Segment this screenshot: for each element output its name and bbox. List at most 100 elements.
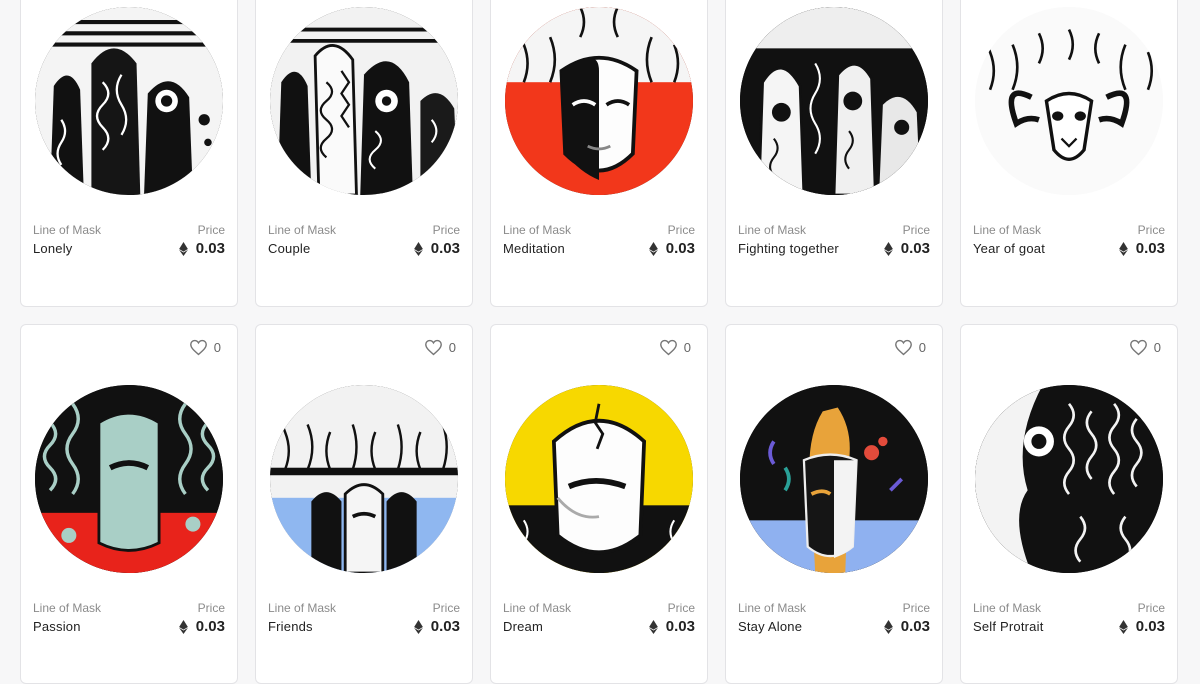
nft-card[interactable]: 0 Line of Mask Passion Price 0.03: [20, 324, 238, 684]
nft-title[interactable]: Meditation: [503, 241, 565, 256]
nft-card[interactable]: 0 Line of Mask Self Protrait Price 0.03: [960, 324, 1178, 684]
price-label: Price: [902, 223, 930, 237]
collection-name[interactable]: Line of Mask: [503, 601, 571, 615]
nft-card[interactable]: 0 Line of Mask Friends Price 0.03: [255, 324, 473, 684]
ethereum-icon: [413, 241, 423, 256]
card-info: Line of Mask Year of goat Price 0.03: [973, 223, 1165, 263]
artwork-image[interactable]: [740, 7, 928, 195]
card-info: Line of Mask Meditation Price 0.03: [503, 223, 695, 263]
nft-title[interactable]: Passion: [33, 619, 81, 634]
artwork-image[interactable]: [740, 385, 928, 573]
collection-name[interactable]: Line of Mask: [973, 601, 1041, 615]
collection-name[interactable]: Line of Mask: [33, 223, 101, 237]
collection-name[interactable]: Line of Mask: [503, 223, 571, 237]
price-value: 0.03: [665, 240, 695, 257]
artwork-image[interactable]: [35, 7, 223, 195]
price-label: Price: [432, 601, 460, 615]
price-value: 0.03: [900, 618, 930, 635]
like-count: 0: [448, 340, 456, 355]
artwork-image[interactable]: [35, 385, 223, 573]
price-value: 0.03: [900, 240, 930, 257]
price-label: Price: [197, 601, 225, 615]
collection-name[interactable]: Line of Mask: [268, 223, 336, 237]
heart-icon: [424, 339, 442, 356]
nft-card[interactable]: Line of Mask Meditation Price 0.03: [490, 0, 708, 307]
nft-title[interactable]: Dream: [503, 619, 543, 634]
card-info: Line of Mask Fighting together Price 0.0…: [738, 223, 930, 263]
price-value: 0.03: [665, 618, 695, 635]
price: 0.03: [883, 618, 930, 635]
heart-icon: [659, 339, 677, 356]
collection-name[interactable]: Line of Mask: [973, 223, 1041, 237]
price-label: Price: [667, 601, 695, 615]
like-count: 0: [683, 340, 691, 355]
price: 0.03: [1118, 618, 1165, 635]
like-button[interactable]: 0: [424, 339, 456, 356]
nft-card[interactable]: Line of Mask Lonely Price 0.03: [20, 0, 238, 307]
nft-title[interactable]: Couple: [268, 241, 310, 256]
ethereum-icon: [648, 619, 658, 634]
card-info: Line of Mask Self Protrait Price 0.03: [973, 601, 1165, 641]
price-value: 0.03: [1135, 240, 1165, 257]
like-count: 0: [213, 340, 221, 355]
collection-name[interactable]: Line of Mask: [268, 601, 336, 615]
like-button[interactable]: 0: [189, 339, 221, 356]
price-label: Price: [197, 223, 225, 237]
artwork-image[interactable]: [505, 7, 693, 195]
collection-name[interactable]: Line of Mask: [738, 601, 806, 615]
nft-title[interactable]: Lonely: [33, 241, 73, 256]
card-info: Line of Mask Stay Alone Price 0.03: [738, 601, 930, 641]
artwork-image[interactable]: [975, 7, 1163, 195]
nft-title[interactable]: Stay Alone: [738, 619, 802, 634]
collection-name[interactable]: Line of Mask: [33, 601, 101, 615]
like-button[interactable]: 0: [1129, 339, 1161, 356]
price-label: Price: [1137, 601, 1165, 615]
price-label: Price: [902, 601, 930, 615]
card-info: Line of Mask Dream Price 0.03: [503, 601, 695, 641]
heart-icon: [1129, 339, 1147, 356]
price: 0.03: [413, 240, 460, 257]
price: 0.03: [648, 618, 695, 635]
nft-title[interactable]: Friends: [268, 619, 313, 634]
nft-card[interactable]: Line of Mask Couple Price 0.03: [255, 0, 473, 307]
nft-card[interactable]: 0 Line of Mask Dream Price 0.03: [490, 324, 708, 684]
nft-title[interactable]: Self Protrait: [973, 619, 1044, 634]
nft-card[interactable]: Line of Mask Year of goat Price 0.03: [960, 0, 1178, 307]
nft-card[interactable]: 0 Line of Mask Stay Alone Price 0.03: [725, 324, 943, 684]
like-count: 0: [1153, 340, 1161, 355]
like-count: 0: [918, 340, 926, 355]
price: 0.03: [178, 240, 225, 257]
ethereum-icon: [1118, 619, 1128, 634]
price-label: Price: [667, 223, 695, 237]
price-label: Price: [432, 223, 460, 237]
nft-grid: Line of Mask Lonely Price 0.03 Line of M…: [0, 0, 1200, 684]
artwork-image[interactable]: [975, 385, 1163, 573]
price: 0.03: [648, 240, 695, 257]
like-button[interactable]: 0: [894, 339, 926, 356]
price-label: Price: [1137, 223, 1165, 237]
card-info: Line of Mask Couple Price 0.03: [268, 223, 460, 263]
price: 0.03: [883, 240, 930, 257]
price: 0.03: [1118, 240, 1165, 257]
price: 0.03: [178, 618, 225, 635]
ethereum-icon: [178, 241, 188, 256]
heart-icon: [189, 339, 207, 356]
ethereum-icon: [648, 241, 658, 256]
card-info: Line of Mask Passion Price 0.03: [33, 601, 225, 641]
like-button[interactable]: 0: [659, 339, 691, 356]
card-info: Line of Mask Friends Price 0.03: [268, 601, 460, 641]
price: 0.03: [413, 618, 460, 635]
heart-icon: [894, 339, 912, 356]
collection-name[interactable]: Line of Mask: [738, 223, 806, 237]
price-value: 0.03: [195, 618, 225, 635]
nft-title[interactable]: Fighting together: [738, 241, 839, 256]
ethereum-icon: [883, 619, 893, 634]
price-value: 0.03: [195, 240, 225, 257]
price-value: 0.03: [1135, 618, 1165, 635]
ethereum-icon: [883, 241, 893, 256]
artwork-image[interactable]: [505, 385, 693, 573]
artwork-image[interactable]: [270, 385, 458, 573]
artwork-image[interactable]: [270, 7, 458, 195]
nft-card[interactable]: Line of Mask Fighting together Price 0.0…: [725, 0, 943, 307]
nft-title[interactable]: Year of goat: [973, 241, 1045, 256]
